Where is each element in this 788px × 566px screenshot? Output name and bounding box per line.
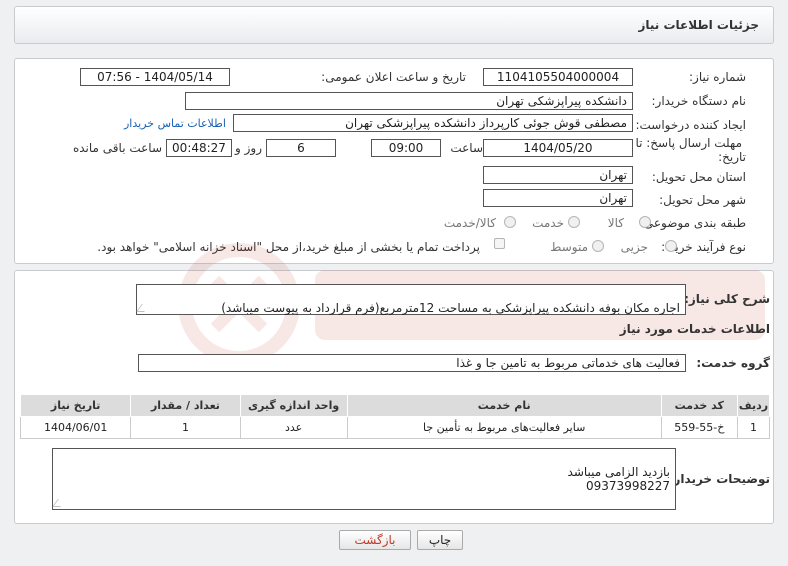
col-unit: واحد اندازه گیری [239, 394, 348, 417]
col-quantity: تعداد / مقدار [130, 394, 241, 417]
days-label: روز و [235, 141, 262, 155]
buyer-notes-textarea[interactable]: بازدید الزامی میباشد 09373998227 [52, 448, 676, 510]
col-row-number: ردیف [736, 394, 771, 417]
buyer-org-field: دانشکده پیراپزشکی تهران [185, 92, 633, 110]
category-label: طبقه بندی موضوعی: [639, 216, 746, 230]
category-option-service: خدمت [532, 216, 564, 230]
table-row: 1 خ-55-559 سایر فعالیت‌های مربوط به تأمی… [19, 416, 771, 439]
category-radio-service[interactable] [568, 216, 580, 228]
need-info-section [14, 58, 774, 264]
cell-service-name: سایر فعالیت‌های مربوط به تأمین جا [346, 416, 662, 439]
col-service-code: کد خدمت [660, 394, 738, 417]
cell-quantity: 1 [130, 416, 241, 439]
deadline-label-line2: تاریخ: [718, 150, 746, 164]
category-option-goods: کالا [607, 216, 624, 230]
resize-grip-icon[interactable] [136, 304, 150, 312]
category-radio-goods-service[interactable] [504, 216, 516, 228]
creator-label: ایجاد کننده درخواست: [635, 118, 746, 132]
cell-unit: عدد [239, 416, 348, 439]
page-title: جزئیات اطلاعات نیاز [638, 18, 759, 32]
deadline-label-line1: مهلت ارسال پاسخ: تا [635, 136, 742, 150]
buyer-org-label: نام دستگاه خریدار: [651, 94, 747, 108]
buyer-contact-link[interactable]: اطلاعات تماس خریدار [124, 117, 226, 130]
deadline-time-field: 09:00 [371, 139, 441, 157]
service-group-label: گروه خدمت: [696, 356, 770, 370]
buyer-notes-text: بازدید الزامی میباشد 09373998227 [567, 465, 670, 493]
page-header: جزئیات اطلاعات نیاز [14, 6, 774, 44]
service-group-field: فعالیت های خدماتی مربوط به تامین جا و غذ… [138, 354, 686, 372]
col-service-name: نام خدمت [346, 394, 662, 417]
deadline-date-field: 1404/05/20 [483, 139, 633, 157]
deadline-hour-label: ساعت [450, 141, 483, 155]
back-button[interactable]: بازگشت [339, 530, 411, 550]
creator-field: مصطفی قوش جوئی کارپرداز دانشکده پیراپزشک… [233, 114, 633, 132]
summary-label: شرح کلی نیاز: [684, 292, 770, 306]
city-field: تهران [483, 189, 633, 207]
announce-label: تاریخ و ساعت اعلان عمومی: [321, 70, 466, 84]
buyer-notes-label: توضیحات خریدار: [668, 472, 770, 486]
remaining-label: ساعت باقی مانده [72, 141, 162, 155]
category-radio-goods[interactable] [639, 216, 651, 228]
category-option-goods-service: کالا/خدمت [443, 216, 496, 230]
col-need-date: تاریخ نیاز [19, 394, 132, 417]
need-number-label: شماره نیاز: [689, 70, 746, 84]
remaining-time-field: 00:48:27 [166, 139, 232, 157]
remaining-days-field: 6 [266, 139, 336, 157]
need-number-field: 1104105504000004 [483, 68, 633, 86]
treasury-payment-note: پرداخت تمام یا بخشی از مبلغ خرید،از محل … [97, 240, 480, 254]
summary-textarea[interactable]: اجاره مکان بوفه دانشکده پیراپزشکی به مسا… [136, 284, 686, 315]
process-option-medium: متوسط [550, 240, 588, 254]
resize-grip-icon[interactable] [52, 499, 66, 507]
summary-text: اجاره مکان بوفه دانشکده پیراپزشکی به مسا… [221, 301, 680, 315]
province-label: استان محل تحویل: [651, 170, 746, 184]
cell-row-number: 1 [736, 416, 771, 439]
announce-datetime-field: 1404/05/14 - 07:56 [80, 68, 230, 86]
process-radio-minor[interactable] [665, 240, 677, 252]
print-button[interactable]: چاپ [417, 530, 463, 550]
services-table: ردیف کد خدمت نام خدمت واحد اندازه گیری ت… [19, 394, 771, 439]
cell-service-code: خ-55-559 [660, 416, 738, 439]
process-radio-medium[interactable] [592, 240, 604, 252]
treasury-payment-checkbox[interactable] [494, 238, 505, 249]
services-title: اطلاعات خدمات مورد نیاز [619, 322, 770, 336]
cell-need-date: 1404/06/01 [19, 416, 132, 439]
city-label: شهر محل تحویل: [659, 193, 746, 207]
table-header-row: ردیف کد خدمت نام خدمت واحد اندازه گیری ت… [19, 394, 771, 417]
process-option-minor: جزیی [620, 240, 648, 254]
province-field: تهران [483, 166, 633, 184]
